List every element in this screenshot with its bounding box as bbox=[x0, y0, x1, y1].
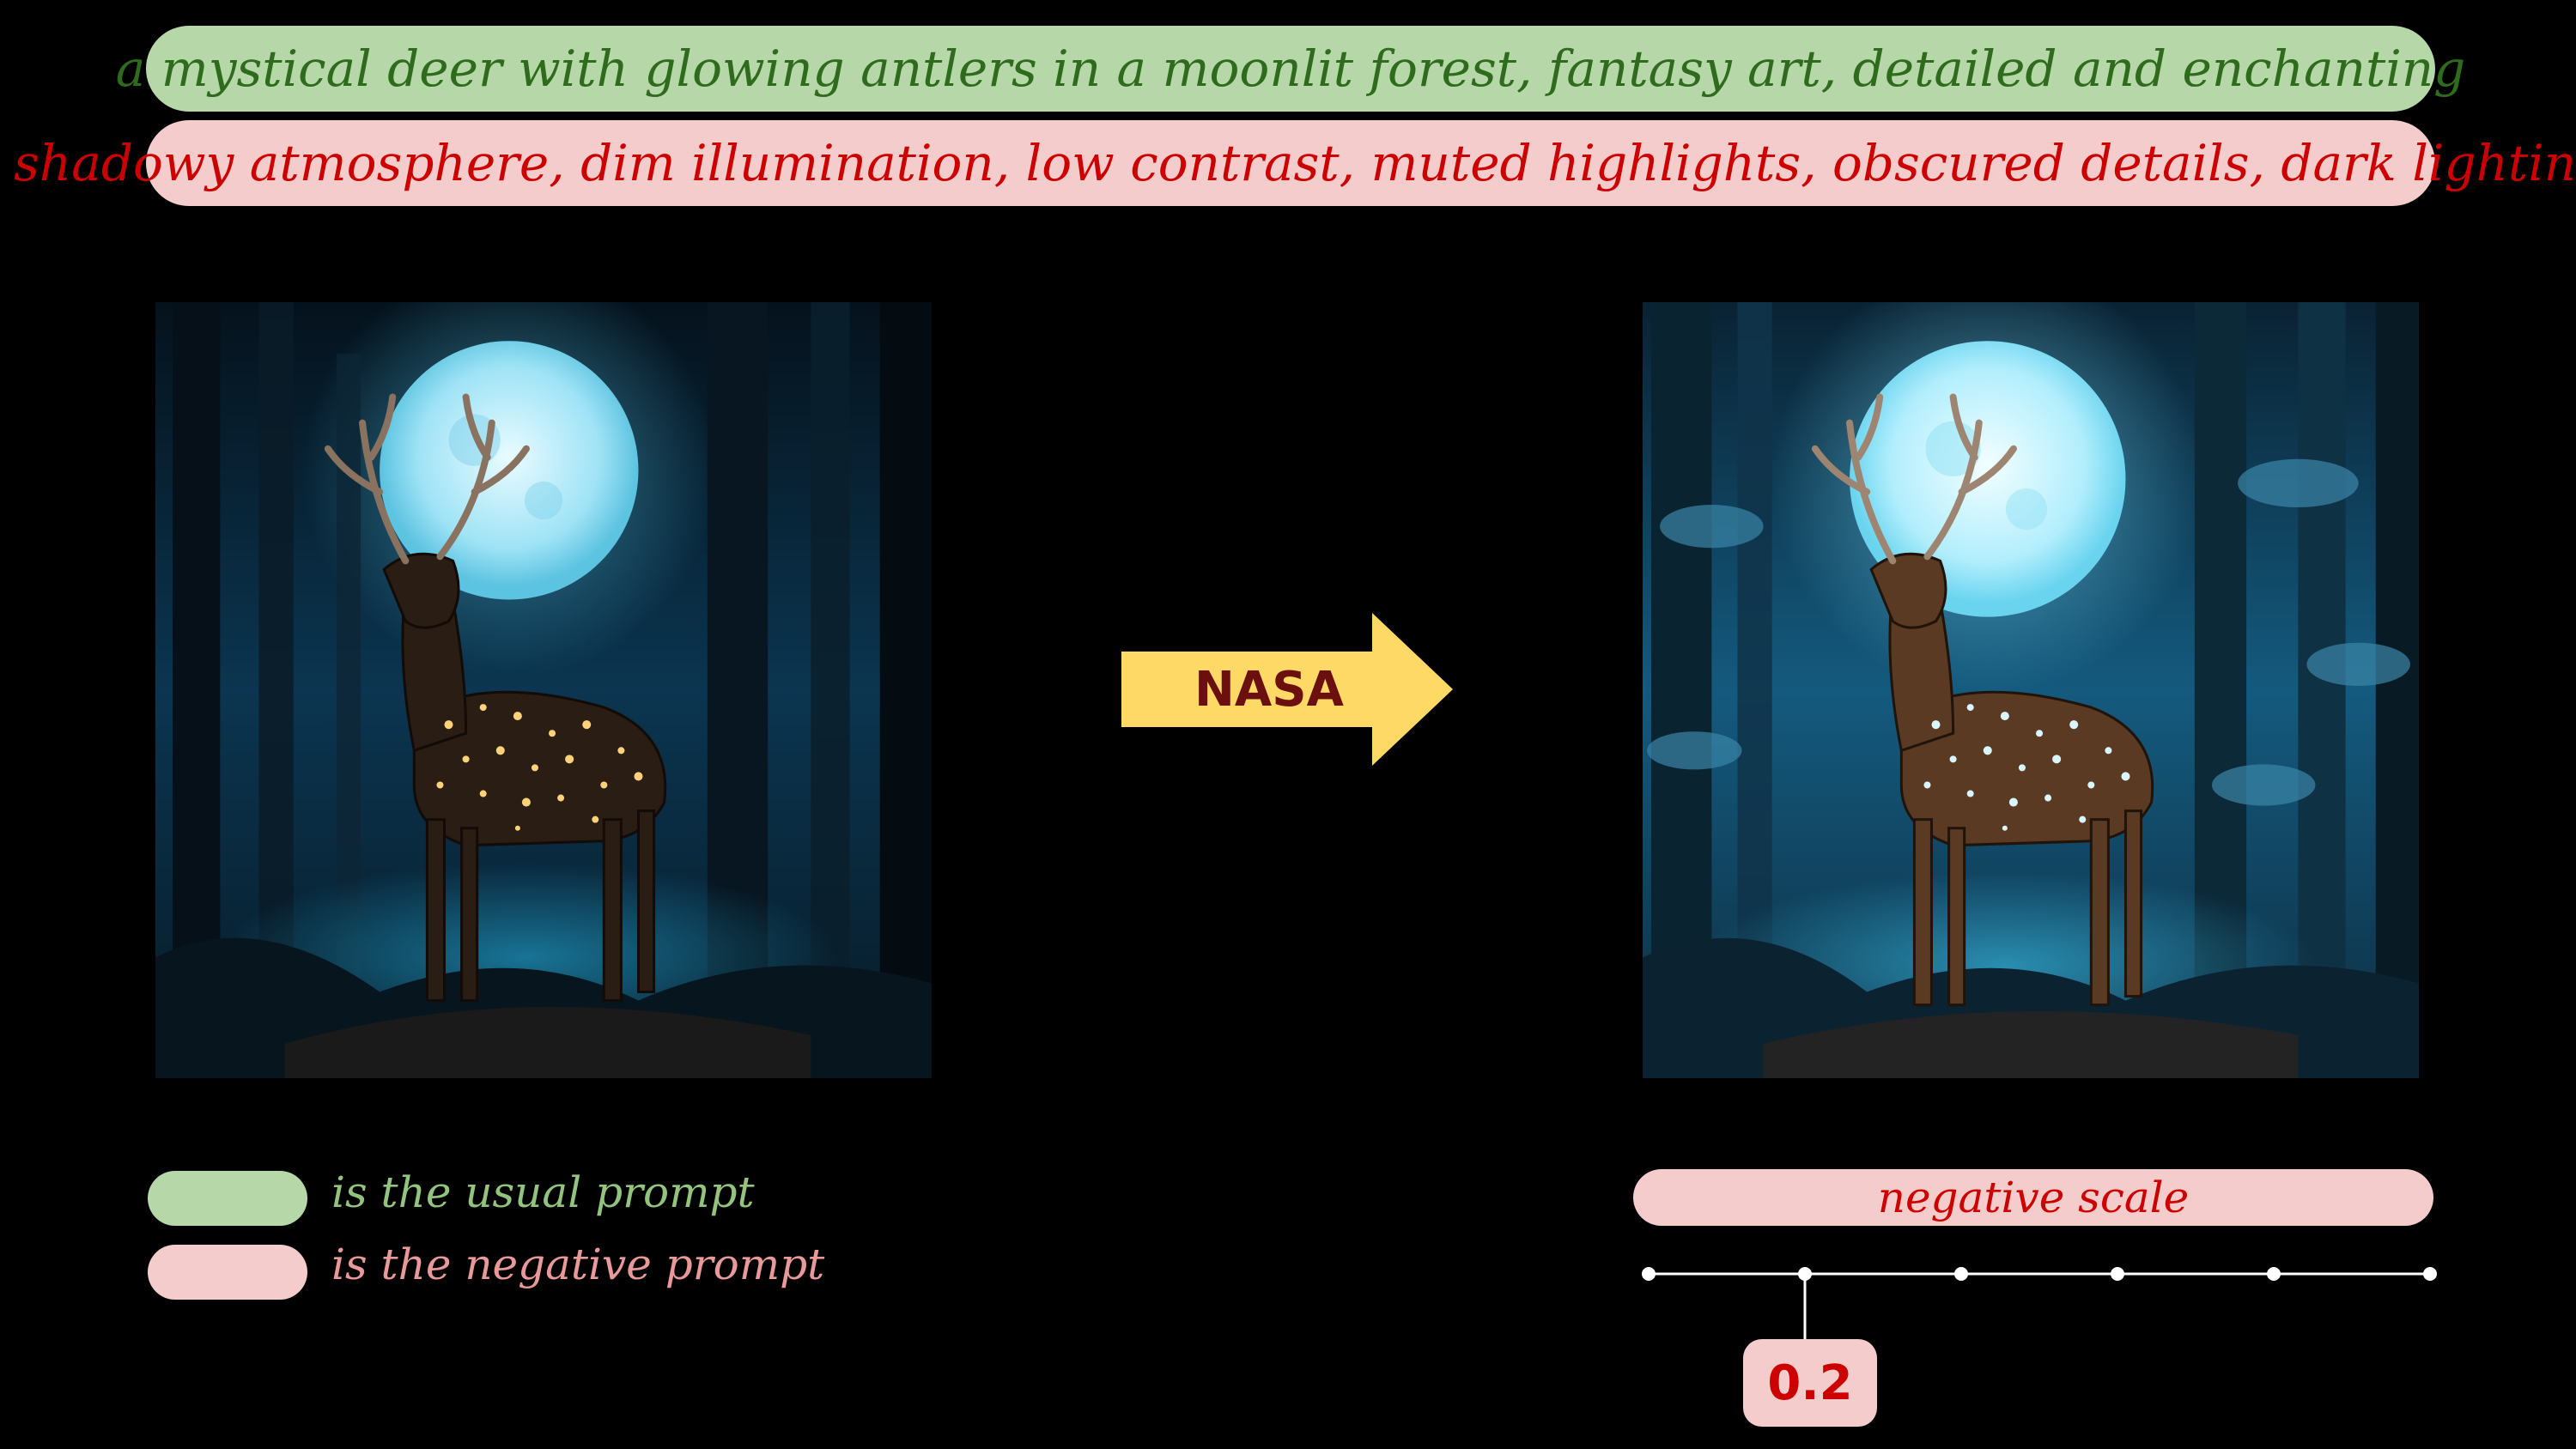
scale-tick bbox=[1798, 1267, 1812, 1281]
nasa-label: NASA bbox=[1194, 661, 1344, 718]
negative-scale-text: negative scale bbox=[1877, 1173, 2190, 1222]
legend-swatch-negative bbox=[148, 1245, 307, 1300]
scale-tick bbox=[1954, 1267, 1968, 1281]
legend-swatch-positive bbox=[148, 1171, 307, 1226]
negative-scale-label: negative scale bbox=[1633, 1169, 2433, 1226]
deer-image-original bbox=[155, 302, 932, 1078]
negative-prompt-text: – shadowy atmosphere, dim illumination, … bbox=[0, 134, 2576, 192]
scale-tick bbox=[2111, 1267, 2124, 1281]
positive-prompt-bar: a mystical deer with glowing antlers in … bbox=[116, 26, 2465, 112]
deer-image-nasa bbox=[1643, 302, 2419, 1078]
scale-tick bbox=[2423, 1267, 2437, 1281]
legend-text-negative: is the negative prompt bbox=[331, 1240, 825, 1289]
legend-text-positive: is the usual prompt bbox=[331, 1167, 755, 1217]
negative-prompt-bar: – shadowy atmosphere, dim illumination, … bbox=[0, 120, 2576, 206]
positive-prompt-text: a mystical deer with glowing antlers in … bbox=[115, 39, 2466, 98]
scale-value-badge: 0.2 bbox=[1743, 1339, 1877, 1427]
scale-tick bbox=[2267, 1267, 2281, 1281]
scale-tick bbox=[1642, 1267, 1656, 1281]
